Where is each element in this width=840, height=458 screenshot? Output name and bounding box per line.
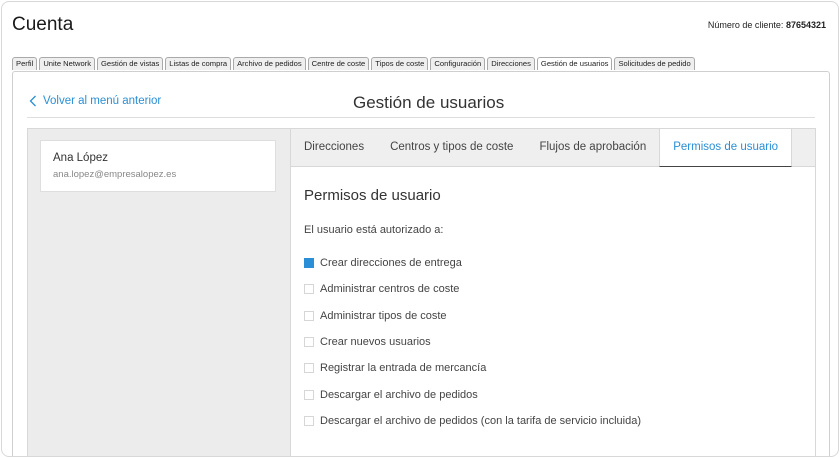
user-email: ana.lopez@empresalopez.es xyxy=(53,169,177,180)
user-card[interactable]: Ana López ana.lopez@empresalopez.es xyxy=(40,140,276,192)
back-link-label: Volver al menú anterior xyxy=(43,95,162,107)
permission-item[interactable]: Descargar el archivo de pedidos xyxy=(304,381,641,407)
permission-label: Crear direcciones de entrega xyxy=(320,257,462,270)
permission-checkbox[interactable] xyxy=(304,337,314,348)
permission-item[interactable]: Administrar tipos de coste xyxy=(304,303,641,329)
user-management-content: Ana López ana.lopez@empresalopez.es Dire… xyxy=(27,128,816,456)
header: Cuenta Número de cliente: 87654321 xyxy=(12,14,828,38)
subtab-centros-y-tipos-de-coste[interactable]: Centros y tipos de coste xyxy=(377,129,526,166)
tab-gestión-de-vistas[interactable]: Gestión de vistas xyxy=(97,57,164,70)
user-list: Ana López ana.lopez@empresalopez.es xyxy=(28,129,291,456)
permission-checkbox[interactable] xyxy=(304,284,314,295)
permission-checkbox[interactable] xyxy=(304,310,314,321)
permissions-intro: El usuario está autorizado a: xyxy=(304,224,444,236)
client-number-label: Número de cliente: xyxy=(707,20,784,30)
tab-tipos-de-coste[interactable]: Tipos de coste xyxy=(371,57,429,70)
tab-configuración[interactable]: Configuración xyxy=(430,57,486,70)
permission-label: Registrar la entrada de mercancía xyxy=(320,362,487,375)
tab-perfil[interactable]: Perfil xyxy=(12,57,38,70)
account-window: Cuenta Número de cliente: 87654321 Perfi… xyxy=(1,1,839,457)
tab-archivo-de-pedidos[interactable]: Archivo de pedidos xyxy=(233,57,306,70)
permission-checkbox[interactable] xyxy=(304,415,314,426)
permission-item[interactable]: Descargar el archivo de pedidos (con la … xyxy=(304,408,641,434)
permission-item[interactable]: Registrar la entrada de mercancía xyxy=(304,355,641,381)
permission-checkbox[interactable] xyxy=(304,389,314,400)
divider xyxy=(27,117,815,118)
client-number: Número de cliente: 87654321 xyxy=(708,20,826,30)
permission-item[interactable]: Crear direcciones de entrega xyxy=(304,250,641,276)
back-link[interactable]: Volver al menú anterior xyxy=(29,95,161,107)
permissions-list: Crear direcciones de entrega Administrar … xyxy=(304,250,641,434)
tab-listas-de-compra[interactable]: Listas de compra xyxy=(165,57,232,70)
permission-label: Administrar tipos de coste xyxy=(320,309,447,322)
permission-label: Descargar el archivo de pedidos xyxy=(320,388,478,401)
subtab-direcciones[interactable]: Direcciones xyxy=(291,129,377,166)
page-title: Cuenta xyxy=(12,14,74,35)
permission-checkbox[interactable] xyxy=(304,363,314,374)
account-tabs: Perfil Unite Network Gestión de vistas List… xyxy=(12,57,828,71)
subtab-permisos-de-usuario[interactable]: Permisos de usuario xyxy=(659,129,793,167)
tab-gestión-de-usuarios[interactable]: Gestión de usuarios xyxy=(536,57,613,70)
tab-solicitudes-de-pedido[interactable]: Solicitudes de pedido xyxy=(614,57,695,70)
tab-centre-de-coste[interactable]: Centre de coste xyxy=(307,57,370,70)
permission-item[interactable]: Administrar centros de coste xyxy=(304,276,641,302)
tab-unite-network[interactable]: Unite Network xyxy=(39,57,95,70)
permissions-title: Permisos de usuario xyxy=(304,187,441,204)
permission-label: Descargar el archivo de pedidos (con la … xyxy=(320,414,641,427)
permission-label: Crear nuevos usuarios xyxy=(320,336,431,349)
user-management-panel: Volver al menú anterior Gestión de usuar… xyxy=(12,71,830,456)
user-name: Ana López xyxy=(53,152,108,164)
chevron-left-icon xyxy=(29,95,36,107)
user-detail: Direcciones Centros y tipos de coste Flujo… xyxy=(291,129,815,456)
tab-direcciones[interactable]: Direcciones xyxy=(487,57,535,70)
section-heading: Gestión de usuarios xyxy=(353,93,505,112)
client-number-value: 87654321 xyxy=(785,20,826,30)
subtab-flujos-de-aprobación[interactable]: Flujos de aprobación xyxy=(526,129,659,166)
permission-checkbox[interactable] xyxy=(304,258,314,269)
permission-label: Administrar centros de coste xyxy=(320,283,460,296)
permission-item[interactable]: Crear nuevos usuarios xyxy=(304,329,641,355)
user-detail-tabs: Direcciones Centros y tipos de coste Flujo… xyxy=(291,129,815,167)
